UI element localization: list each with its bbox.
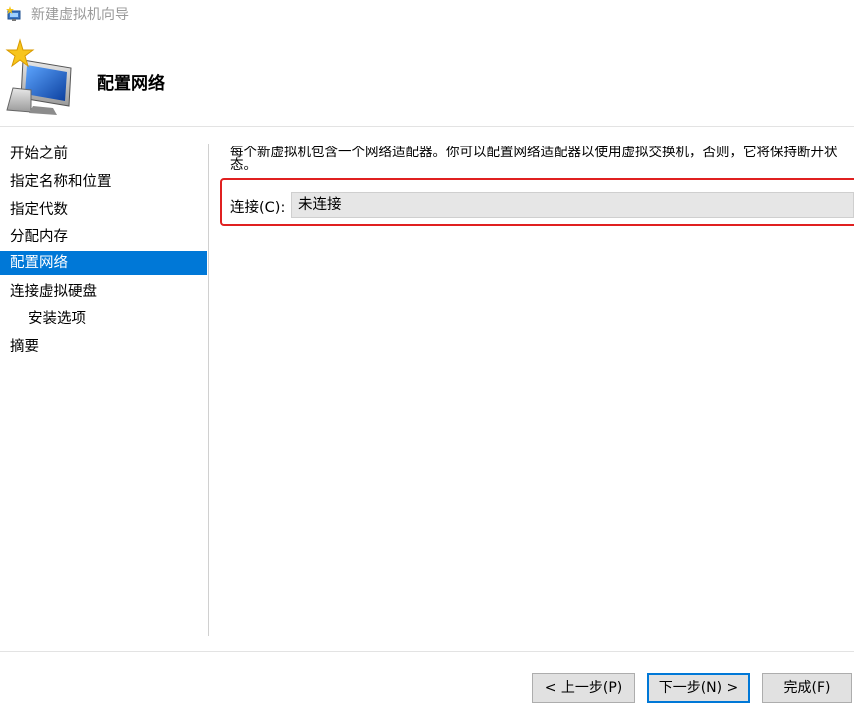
- network-description: 每个新虚拟机包含一个网络适配器。你可以配置网络适配器以使用虚拟交换机，否则，它将…: [230, 146, 838, 173]
- connection-select[interactable]: 未连接: [291, 192, 854, 218]
- step-install-options[interactable]: 安装选项: [0, 307, 207, 331]
- previous-button[interactable]: < 上一步(P): [532, 673, 635, 703]
- step-memory[interactable]: 分配内存: [0, 225, 207, 249]
- step-name-location[interactable]: 指定名称和位置: [0, 170, 207, 194]
- step-virtual-disk[interactable]: 连接虚拟硬盘: [0, 280, 207, 304]
- next-button[interactable]: 下一步(N) >: [647, 673, 750, 703]
- step-before-you-begin[interactable]: 开始之前: [0, 142, 207, 166]
- wizard-steps: 开始之前 指定名称和位置 指定代数 分配内存 配置网络 连接虚拟硬盘 安装选项 …: [0, 127, 207, 637]
- monitor-star-icon: [5, 38, 72, 115]
- connection-label: 连接(C):: [230, 200, 286, 216]
- title-bar: 新建虚拟机向导: [0, 0, 854, 28]
- finish-button[interactable]: 完成(F): [762, 673, 852, 703]
- footer-divider: [0, 651, 854, 652]
- step-generation[interactable]: 指定代数: [0, 198, 207, 222]
- window-title: 新建虚拟机向导: [31, 7, 129, 23]
- wizard-header: 配置网络: [0, 28, 854, 127]
- step-summary[interactable]: 摘要: [0, 335, 207, 359]
- page-title: 配置网络: [97, 74, 165, 94]
- step-networking[interactable]: 配置网络: [0, 251, 207, 275]
- sidebar-divider: [208, 144, 209, 636]
- wizard-icon: [6, 6, 21, 21]
